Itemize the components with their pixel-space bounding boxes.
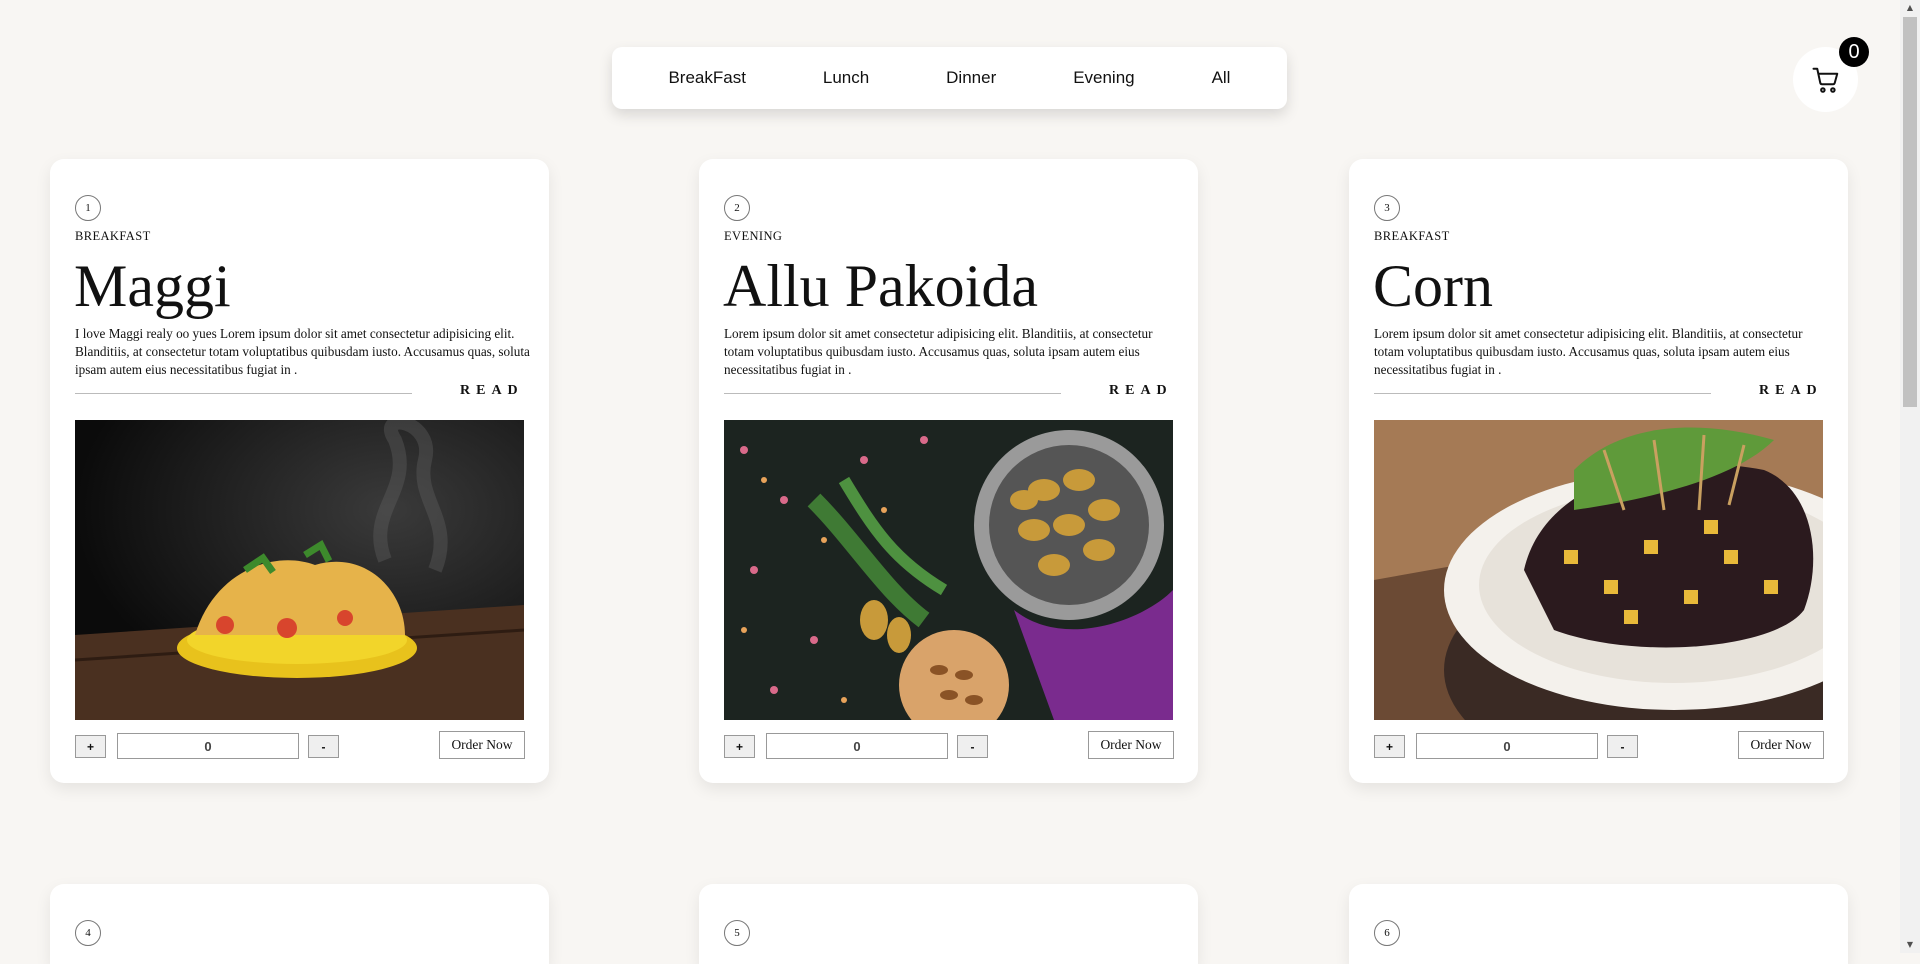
- card-number: 3: [1374, 195, 1400, 221]
- nav-breakfast[interactable]: BreakFast: [660, 62, 753, 94]
- increase-quantity-button[interactable]: +: [1374, 735, 1405, 758]
- cart-count-badge: 0: [1839, 37, 1869, 67]
- card-description: Lorem ipsum dolor sit amet consectetur a…: [1374, 326, 1803, 377]
- scrollbar-thumb[interactable]: [1903, 17, 1917, 407]
- increase-quantity-button[interactable]: +: [75, 735, 106, 758]
- divider: [1374, 393, 1711, 394]
- food-photo-allu-pakoida: [724, 420, 1173, 720]
- quantity-field[interactable]: 0: [117, 733, 299, 759]
- category-nav: BreakFast Lunch Dinner Evening All: [612, 47, 1287, 109]
- divider: [75, 393, 412, 394]
- card-number: 4: [75, 920, 101, 946]
- food-card-allu-pakoida: 2 EVENING Allu Pakoida Lorem ipsum dolor…: [699, 159, 1198, 783]
- card-category: BREAKFAST: [1374, 229, 1450, 243]
- card-number: 2: [724, 195, 750, 221]
- nav-all[interactable]: All: [1204, 62, 1239, 94]
- read-link[interactable]: READ: [1109, 383, 1173, 399]
- card-title: Maggi: [74, 253, 231, 319]
- food-card-5: 5: [699, 884, 1198, 964]
- order-now-button[interactable]: Order Now: [1088, 731, 1174, 759]
- card-number: 1: [75, 195, 101, 221]
- decrease-quantity-button[interactable]: -: [308, 735, 339, 758]
- card-title: Corn: [1373, 253, 1493, 319]
- food-card-corn: 3 BREAKFAST Corn Lorem ipsum dolor sit a…: [1349, 159, 1848, 783]
- card-description: Lorem ipsum dolor sit amet consectetur a…: [724, 326, 1153, 377]
- card-title: Allu Pakoida: [723, 253, 1038, 319]
- nav-evening[interactable]: Evening: [1065, 62, 1142, 94]
- scroll-down-icon[interactable]: ▼: [1904, 939, 1916, 951]
- card-category: BREAKFAST: [75, 229, 151, 243]
- quantity-field[interactable]: 0: [1416, 733, 1598, 759]
- card-category: EVENING: [724, 229, 783, 243]
- nav-dinner[interactable]: Dinner: [938, 62, 1004, 94]
- order-now-button[interactable]: Order Now: [1738, 731, 1824, 759]
- quantity-field[interactable]: 0: [766, 733, 948, 759]
- increase-quantity-button[interactable]: +: [724, 735, 755, 758]
- food-photo-maggi: [75, 420, 524, 720]
- card-description: I love Maggi realy oo yues Lorem ipsum d…: [75, 326, 530, 377]
- order-now-button[interactable]: Order Now: [439, 731, 525, 759]
- food-card-6: 6: [1349, 884, 1848, 964]
- read-link[interactable]: READ: [460, 383, 524, 399]
- scroll-up-icon[interactable]: ▲: [1904, 2, 1916, 14]
- food-card-4: 4: [50, 884, 549, 964]
- nav-lunch[interactable]: Lunch: [815, 62, 877, 94]
- decrease-quantity-button[interactable]: -: [957, 735, 988, 758]
- cart-icon: [1812, 67, 1838, 93]
- decrease-quantity-button[interactable]: -: [1607, 735, 1638, 758]
- food-photo-corn: [1374, 420, 1823, 720]
- card-number: 6: [1374, 920, 1400, 946]
- read-link[interactable]: READ: [1759, 383, 1823, 399]
- food-card-maggi: 1 BREAKFAST Maggi I love Maggi realy oo …: [50, 159, 549, 783]
- divider: [724, 393, 1061, 394]
- card-number: 5: [724, 920, 750, 946]
